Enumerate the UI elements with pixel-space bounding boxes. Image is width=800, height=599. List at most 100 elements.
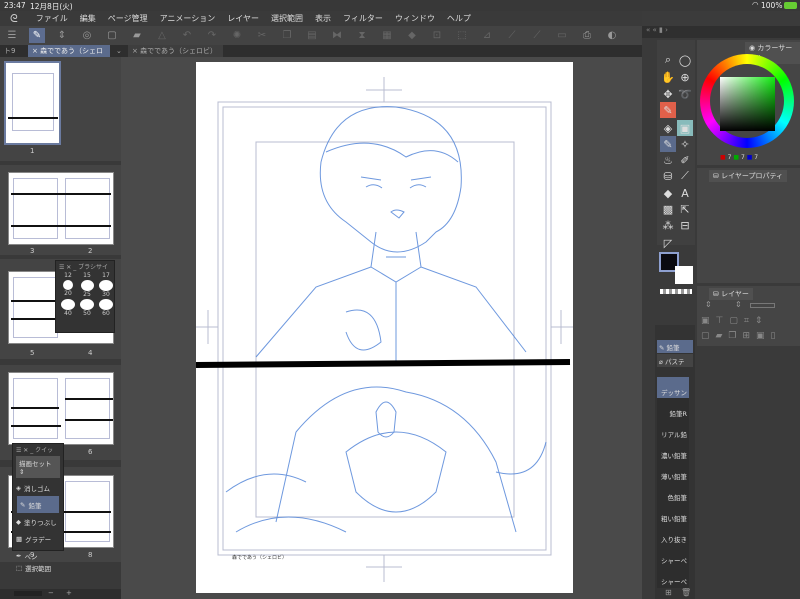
pencil-tool-icon[interactable]: ✎ bbox=[660, 136, 676, 152]
ruler-tool-icon[interactable]: ⊟ bbox=[677, 217, 693, 233]
quick-item-pen[interactable]: ✒ ペン bbox=[13, 547, 63, 564]
brush-item[interactable]: 薄い鉛筆 bbox=[657, 461, 689, 483]
layer-tab[interactable]: ⛁ レイヤー bbox=[709, 288, 753, 300]
zoom-out-button[interactable]: − bbox=[48, 589, 54, 597]
frame-icon[interactable]: ▭ bbox=[554, 28, 570, 43]
menu-view[interactable]: 表示 bbox=[315, 13, 331, 24]
select-icon[interactable]: ⬚ bbox=[454, 28, 470, 43]
manuscript-page[interactable]: 森でであう（シェロビ） bbox=[195, 62, 573, 593]
ruler2-icon[interactable]: ⟋ bbox=[504, 28, 520, 43]
menu-animation[interactable]: アニメーション bbox=[160, 13, 216, 24]
menu-edit[interactable]: 編集 bbox=[80, 13, 96, 24]
tab-page[interactable]: × 森でであう（シェロビ） 1/9 bbox=[128, 45, 223, 67]
rotate-tool-icon[interactable]: ⊕ bbox=[677, 69, 693, 85]
brush-item[interactable]: デッサン bbox=[657, 377, 689, 399]
page-thumbnail-1[interactable] bbox=[4, 61, 61, 145]
size-option[interactable]: 17 bbox=[97, 272, 115, 279]
transform-icon[interactable]: ⧗ bbox=[354, 28, 370, 43]
menu-page[interactable]: ページ管理 bbox=[108, 13, 148, 24]
brush-item[interactable]: 濃い鉛筆 bbox=[657, 440, 689, 462]
lasso-icon[interactable]: ➰ bbox=[677, 86, 693, 102]
brush-item[interactable]: シャーペ bbox=[657, 566, 689, 588]
brush-item[interactable]: 鉛筆R bbox=[657, 398, 689, 420]
print-icon[interactable]: ⎙ bbox=[579, 28, 595, 43]
menu-filter[interactable]: フィルター bbox=[343, 13, 383, 24]
quick-item-pencil[interactable]: ✎ 鉛筆 bbox=[17, 496, 59, 513]
quick-item-gradient[interactable]: ▩ グラデー bbox=[13, 530, 63, 547]
airbrush-icon[interactable]: ♨ bbox=[660, 152, 676, 168]
size-option[interactable]: 12 bbox=[59, 272, 77, 279]
menu-window[interactable]: ウィンドウ bbox=[395, 13, 435, 24]
tab-story[interactable]: ト9 bbox=[0, 45, 19, 57]
object-tool-icon[interactable]: ⇱ bbox=[677, 201, 693, 217]
sub-color-swatch[interactable] bbox=[675, 266, 693, 284]
quick-item-selection[interactable]: ⬚ 選択範囲 bbox=[13, 564, 63, 572]
paste-icon[interactable]: ▤ bbox=[304, 28, 320, 43]
pen-tool-icon[interactable]: ✎ bbox=[660, 102, 676, 118]
ruler-icon[interactable]: ⊿ bbox=[479, 28, 495, 43]
size-option[interactable]: 40 bbox=[59, 299, 77, 317]
toggle-arrows-icon[interactable]: ⇕ bbox=[54, 28, 70, 43]
companion-icon[interactable]: ◎ bbox=[79, 28, 95, 43]
size-option[interactable]: 25 bbox=[78, 280, 96, 298]
menu-selection[interactable]: 選択範囲 bbox=[271, 13, 303, 24]
tab-document[interactable]: × 森でであう（シェロビ） bbox=[28, 45, 110, 67]
paint-bucket-icon[interactable]: ◆ bbox=[660, 185, 676, 201]
color-icon[interactable]: ◐ bbox=[604, 28, 620, 43]
redo-icon[interactable]: ↷ bbox=[204, 28, 220, 43]
frame-tool-icon[interactable]: ⁂ bbox=[660, 217, 676, 233]
quick-item-fill[interactable]: ◆ 塗りつぶし bbox=[13, 513, 63, 530]
opacity-stepper[interactable]: ⇕ bbox=[735, 300, 742, 309]
edit-mode-icon[interactable]: ✎ bbox=[29, 28, 45, 43]
blend-tool-icon[interactable]: ▣ bbox=[677, 120, 693, 136]
decoration-icon[interactable]: ✐ bbox=[677, 152, 693, 168]
gradient-tool-icon[interactable]: ▩ bbox=[660, 201, 676, 217]
brush-item[interactable]: 入り抜き bbox=[657, 524, 689, 546]
move-tool-icon[interactable]: ✥ bbox=[660, 86, 676, 102]
dock-collapse-bar[interactable]: « « ▮ › bbox=[642, 26, 800, 38]
zoom-in-button[interactable]: + bbox=[66, 589, 72, 597]
brush-item[interactable]: シャーペ bbox=[657, 545, 689, 567]
zoom-tool-icon[interactable]: ⌕ bbox=[660, 52, 676, 68]
menu-help[interactable]: ヘルプ bbox=[447, 13, 471, 24]
fill-bucket-icon[interactable]: ⛁ bbox=[660, 168, 676, 184]
open-folder-icon[interactable]: ▰ bbox=[129, 28, 145, 43]
ruler3-icon[interactable]: ⟋ bbox=[529, 28, 545, 43]
crop-icon[interactable]: ⊡ bbox=[429, 28, 445, 43]
flip-icon[interactable]: ⧓ bbox=[329, 28, 345, 43]
new-file-icon[interactable]: ▢ bbox=[104, 28, 120, 43]
size-option[interactable]: 60 bbox=[97, 299, 115, 317]
brush-item[interactable]: 粗い鉛筆 bbox=[657, 503, 689, 525]
copy-icon[interactable]: ❐ bbox=[279, 28, 295, 43]
subtool-group-pencil[interactable]: ✎ 鉛筆 bbox=[657, 340, 693, 353]
quick-item-eraser[interactable]: ◈ 消しゴム bbox=[13, 479, 63, 496]
saturation-value-square[interactable] bbox=[720, 77, 775, 131]
hamburger-menu-icon[interactable]: ☰ bbox=[4, 28, 20, 43]
size-option[interactable]: 15 bbox=[78, 272, 96, 279]
eyedropper-icon[interactable]: ⟋ bbox=[677, 168, 693, 184]
magic-wand-icon[interactable]: ✧ bbox=[677, 136, 693, 152]
brush-item[interactable]: リアル鉛 bbox=[657, 419, 689, 441]
undo-icon[interactable]: ↶ bbox=[179, 28, 195, 43]
transparent-color-swatch[interactable] bbox=[660, 289, 692, 294]
layer-actions[interactable]: ▢▰❐⊞▣▯ bbox=[701, 331, 782, 341]
tab-dropdown-icon[interactable]: ⌄ bbox=[112, 45, 126, 57]
size-option[interactable]: 20 bbox=[59, 280, 77, 298]
perspective-ruler-icon[interactable]: ◸ bbox=[660, 235, 676, 251]
app-logo-icon[interactable]: ᘓ bbox=[10, 12, 18, 26]
menu-layer[interactable]: レイヤー bbox=[227, 13, 259, 24]
subtool-group-pastel[interactable]: ⌀ パステ bbox=[657, 354, 693, 367]
menu-file[interactable]: ファイル bbox=[36, 13, 68, 24]
clear-icon[interactable]: ✺ bbox=[229, 28, 245, 43]
brush-item[interactable]: 色鉛筆 bbox=[657, 482, 689, 504]
save-icon[interactable]: △ bbox=[154, 28, 170, 43]
opacity-slider[interactable] bbox=[750, 303, 775, 308]
page-spread-3-2[interactable] bbox=[8, 172, 114, 245]
size-option[interactable]: 30 bbox=[97, 280, 115, 298]
hand-tool-icon[interactable]: ✋ bbox=[660, 69, 676, 85]
blend-mode-stepper[interactable]: ⇕ bbox=[705, 300, 712, 309]
layer-copy-icon[interactable]: ▦ bbox=[379, 28, 395, 43]
fill-icon[interactable]: ◆ bbox=[404, 28, 420, 43]
layer-property-tab[interactable]: ⛁ レイヤープロパティ bbox=[709, 170, 788, 182]
delete-subtool-icon[interactable]: 🗑 bbox=[681, 588, 691, 597]
